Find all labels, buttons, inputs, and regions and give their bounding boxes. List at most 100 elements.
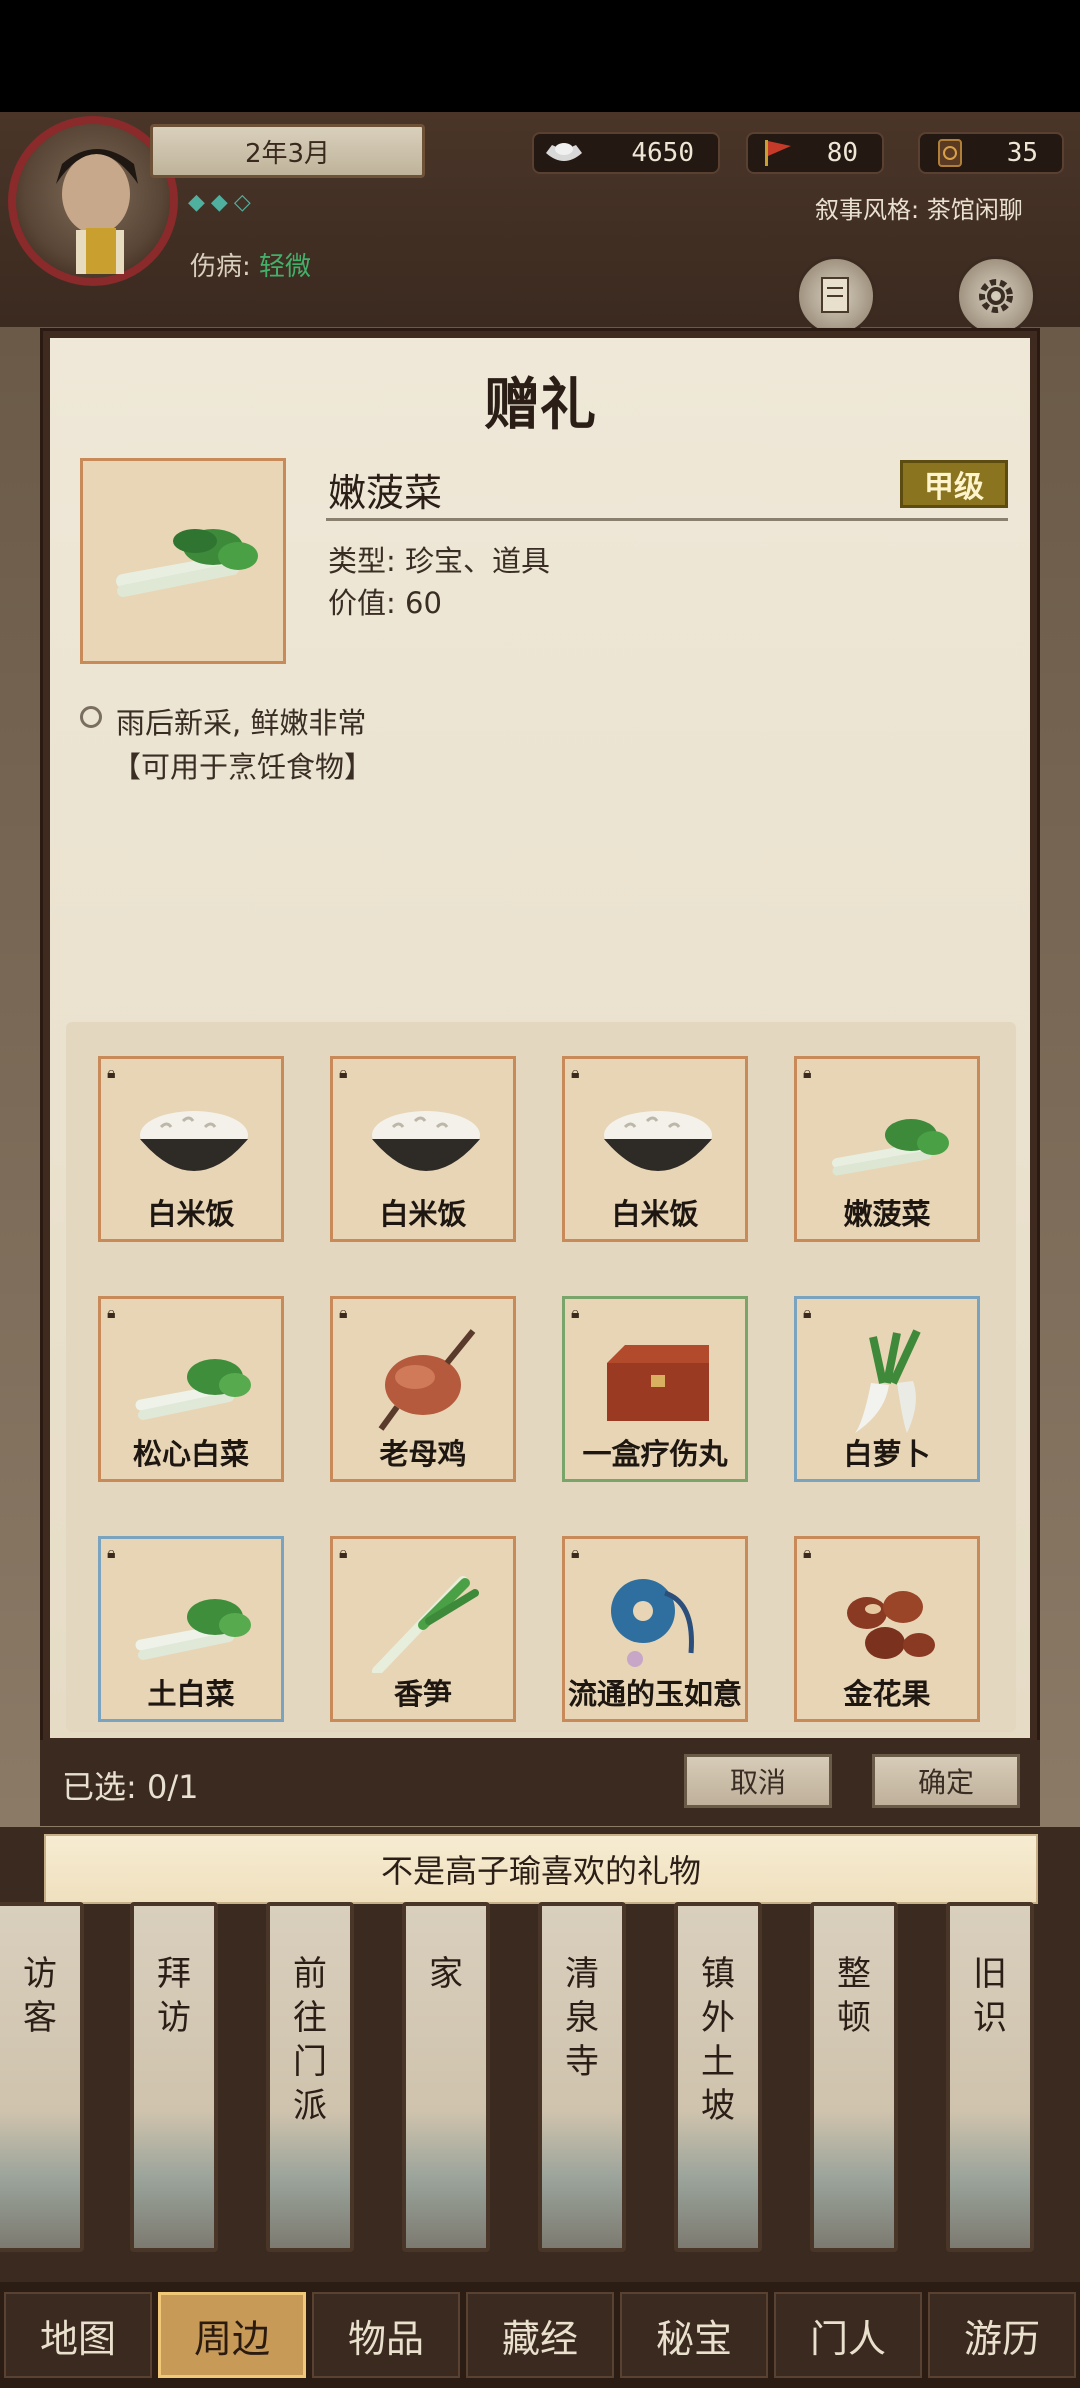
tab-3[interactable]: 藏经	[466, 2292, 614, 2378]
date-display: 2年3月	[150, 124, 425, 178]
selected-item-image	[80, 458, 286, 664]
injury-status: 伤病: 轻微	[190, 246, 311, 283]
gift-item-label: 老母鸡	[379, 1437, 467, 1471]
item-value: 价值: 60	[328, 586, 442, 620]
narrative-style[interactable]: 叙事风格: 茶馆闲聊	[815, 190, 1023, 225]
silver-ingot-icon	[542, 136, 586, 170]
location-label: 清泉寺	[565, 1954, 599, 2082]
location-card[interactable]: 前往门派	[266, 1902, 354, 2252]
flag-icon	[756, 136, 800, 170]
gift-item-label: 松心白菜	[132, 1437, 249, 1471]
location-card[interactable]: 整顿	[810, 1902, 898, 2252]
wooden-box-icon	[607, 1345, 709, 1421]
item-usage: 【可用于烹饪食物】	[112, 750, 374, 784]
spinach-icon	[832, 1119, 949, 1176]
gift-item-label: 一盒疗伤丸	[582, 1437, 728, 1471]
gift-item-slot[interactable]: 🔒︎ 白米饭	[330, 1056, 516, 1242]
settings-button[interactable]	[956, 256, 1036, 336]
scallion-icon	[372, 1576, 479, 1673]
location-label: 旧识	[973, 1954, 1007, 2038]
lock-icon: 🔒︎	[339, 1303, 348, 1322]
gift-item-slot[interactable]: 🔒︎ 白米饭	[98, 1056, 284, 1242]
lock-icon: 🔒︎	[571, 1303, 580, 1322]
location-label: 访客	[23, 1954, 57, 2038]
item-name: 嫩菠菜	[328, 471, 443, 515]
rank-diamonds: ◆◆◇	[188, 190, 257, 215]
gift-item-label: 香笋	[393, 1677, 452, 1711]
banner-value: 80	[826, 138, 858, 168]
spinach-icon	[116, 529, 258, 597]
location-label: 前往门派	[293, 1954, 327, 2126]
location-label: 家	[429, 1954, 463, 1994]
injury-value: 轻微	[259, 252, 312, 282]
lock-icon: 🔒︎	[803, 1303, 812, 1322]
gift-item-label: 金花果	[843, 1677, 931, 1711]
toast-message: 不是高子瑜喜欢的礼物	[44, 1834, 1038, 1904]
location-card[interactable]: 拜访	[130, 1902, 218, 2252]
banner-counter: 80	[746, 132, 884, 174]
dialog-title: 赠礼	[484, 372, 596, 438]
rice-bowl-icon	[140, 1111, 248, 1171]
cabbage-icon	[135, 1359, 251, 1420]
location-card[interactable]: 家	[402, 1902, 490, 2252]
location-card[interactable]: 镇外土坡	[674, 1902, 762, 2252]
tab-1[interactable]: 周边	[158, 2292, 306, 2378]
location-label: 整顿	[837, 1954, 871, 2038]
gift-item-label: 白米饭	[379, 1197, 467, 1231]
silver-counter: 4650	[532, 132, 720, 174]
cabbage-icon	[135, 1599, 251, 1660]
lock-icon: 🔒︎	[571, 1543, 580, 1562]
item-description: 雨后新采, 鲜嫩非常	[116, 706, 367, 740]
lock-icon: 🔒︎	[107, 1303, 116, 1322]
roast-chicken-icon	[378, 1329, 476, 1431]
item-type: 类型: 珍宝、道具	[328, 544, 550, 578]
gift-item-label: 嫩菠菜	[843, 1197, 931, 1231]
rice-bowl-icon	[372, 1111, 480, 1171]
confirm-button[interactable]: 确定	[872, 1754, 1020, 1808]
gift-item-slot[interactable]: 🔒︎ 老母鸡	[330, 1296, 516, 1482]
gift-item-label: 流通的玉如意	[567, 1677, 742, 1711]
location-card[interactable]: 旧识	[946, 1902, 1034, 2252]
tab-2[interactable]: 物品	[312, 2292, 460, 2378]
nuts-icon	[847, 1591, 935, 1659]
gift-item-slot[interactable]: 🔒︎ 白米饭	[562, 1056, 748, 1242]
token-icon	[928, 136, 972, 170]
coin-counter: 35	[918, 132, 1064, 174]
grade-badge: 甲级	[900, 460, 1008, 508]
lock-icon: 🔒︎	[339, 1063, 348, 1082]
tab-4[interactable]: 秘宝	[620, 2292, 768, 2378]
cancel-button[interactable]: 取消	[684, 1754, 832, 1808]
scroll-icon	[821, 277, 849, 313]
gift-item-label: 白米饭	[611, 1197, 699, 1231]
lock-icon: 🔒︎	[571, 1063, 580, 1082]
gift-item-slot[interactable]: 🔒︎ 白萝卜	[794, 1296, 980, 1482]
lock-icon: 🔒︎	[107, 1543, 116, 1562]
rice-bowl-icon	[604, 1111, 712, 1171]
gift-item-slot[interactable]: 🔒︎ 一盒疗伤丸	[562, 1296, 748, 1482]
lock-icon: 🔒︎	[803, 1543, 812, 1562]
gift-item-slot[interactable]: 🔒︎ 香笋	[330, 1536, 516, 1722]
injury-label: 伤病:	[190, 252, 251, 282]
bullet-icon	[80, 706, 102, 728]
lock-icon: 🔒︎	[339, 1543, 348, 1562]
gift-item-label: 白萝卜	[843, 1437, 931, 1471]
selected-count: 已选: 0/1	[62, 1768, 199, 1806]
gear-icon	[979, 279, 1013, 313]
location-card[interactable]: 清泉寺	[538, 1902, 626, 2252]
lock-icon: 🔒︎	[803, 1063, 812, 1082]
gift-item-slot[interactable]: 🔒︎ 流通的玉如意	[562, 1536, 748, 1722]
location-card[interactable]: 访客	[0, 1902, 84, 2252]
tab-6[interactable]: 游历	[928, 2292, 1076, 2378]
journal-button[interactable]	[796, 256, 876, 336]
gift-item-label: 土白菜	[147, 1677, 235, 1711]
gift-item-slot[interactable]: 🔒︎ 土白菜	[98, 1536, 284, 1722]
tab-5[interactable]: 门人	[774, 2292, 922, 2378]
gift-item-slot[interactable]: 🔒︎ 嫩菠菜	[794, 1056, 980, 1242]
gift-item-slot[interactable]: 🔒︎ 金花果	[794, 1536, 980, 1722]
tab-0[interactable]: 地图	[4, 2292, 152, 2378]
status-bar	[0, 0, 1080, 112]
location-label: 镇外土坡	[701, 1954, 735, 2126]
gift-item-slot[interactable]: 🔒︎ 松心白菜	[98, 1296, 284, 1482]
lock-icon: 🔒︎	[107, 1063, 116, 1082]
gift-item-label: 白米饭	[147, 1197, 235, 1231]
